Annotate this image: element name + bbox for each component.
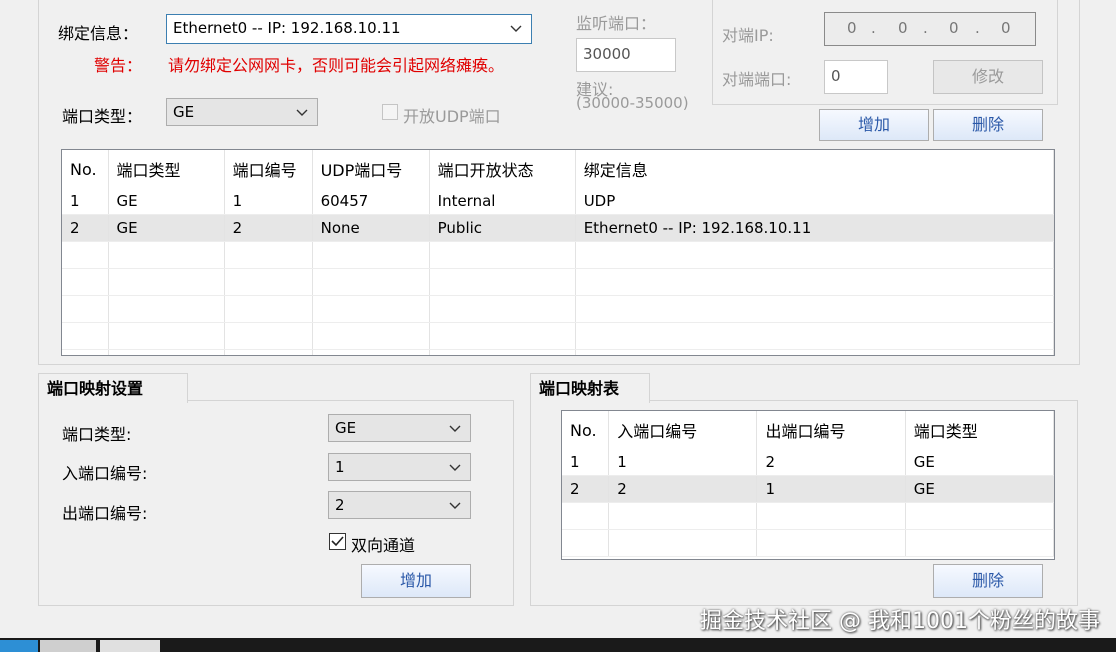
table-cell: GE	[905, 449, 1054, 476]
bidirectional-checkbox[interactable]	[329, 533, 346, 550]
empty-row	[562, 502, 1054, 530]
taskbar	[0, 638, 1116, 652]
map-type-value: GE	[335, 419, 357, 437]
empty-row	[62, 322, 1054, 350]
table-cell: GE	[108, 188, 225, 215]
bidirectional-label: 双向通道	[351, 536, 416, 555]
ip-octet-2: 0	[898, 19, 908, 37]
table-cell: 1	[608, 449, 758, 476]
column-header[interactable]: 端口类型	[108, 150, 225, 188]
table-cell: Internal	[429, 188, 576, 215]
taskbar-start-icon[interactable]	[0, 640, 38, 652]
warning-text: 请勿绑定公网网卡，否则可能会引起网络瘫痪。	[168, 56, 505, 75]
map-type-select[interactable]: GE	[328, 414, 471, 442]
table-cell: 2	[62, 214, 109, 242]
table-row[interactable]: 1 1 2 GE	[562, 449, 1054, 476]
out-port-select[interactable]: 2	[328, 491, 471, 519]
binding-select[interactable]: Ethernet0 -- IP: 192.168.10.11	[166, 14, 532, 44]
binding-select-value: Ethernet0 -- IP: 192.168.10.11	[173, 19, 401, 37]
table-cell: 2	[608, 475, 758, 503]
delete-port-button[interactable]: 删除	[933, 109, 1043, 141]
table-cell: 2	[224, 214, 313, 242]
column-header[interactable]: 入端口编号	[608, 411, 758, 449]
table-cell: Public	[429, 214, 576, 242]
udp-checkbox[interactable]	[382, 104, 398, 120]
ports-table[interactable]: No. 端口类型 端口编号 UDP端口号 端口开放状态 绑定信息 1 GE 1 …	[61, 149, 1055, 356]
peer-port-input[interactable]: 0	[824, 60, 888, 94]
table-cell: 1	[224, 188, 313, 215]
mapping-table-title: 端口映射表	[530, 373, 650, 403]
delete-mapping-button[interactable]: 删除	[933, 564, 1043, 598]
watermark: 掘金技术社区 @ 我和1001个粉丝的故事	[700, 609, 1100, 634]
binding-label: 绑定信息：	[58, 24, 139, 43]
column-header[interactable]: 端口编号	[224, 150, 313, 188]
table-cell: None	[312, 214, 430, 242]
warning-label: 警告：	[94, 56, 143, 75]
table-cell: 1	[562, 449, 610, 476]
port-type-select[interactable]: GE	[166, 98, 318, 126]
out-port-label: 出端口编号:	[62, 504, 148, 523]
port-type-select-value: GE	[173, 103, 195, 121]
column-header[interactable]: 出端口编号	[756, 411, 906, 449]
empty-row	[562, 529, 1054, 557]
empty-row	[62, 295, 1054, 323]
ip-dot: .	[975, 19, 980, 37]
listen-port-range: (30000-35000)	[576, 94, 689, 112]
ip-octet-3: 0	[949, 19, 959, 37]
check-icon	[331, 536, 344, 547]
table-header-row: No. 端口类型 端口编号 UDP端口号 端口开放状态 绑定信息	[62, 150, 1054, 188]
empty-row	[62, 349, 1054, 355]
table-cell: GE	[905, 475, 1054, 503]
chevron-down-icon	[449, 425, 461, 432]
chevron-down-icon	[510, 25, 522, 32]
table-cell: 1	[62, 188, 109, 215]
peer-port-label: 对端端口:	[722, 70, 792, 89]
udp-checkbox-label: 开放UDP端口	[403, 107, 501, 126]
port-type-label: 端口类型：	[62, 107, 143, 126]
listen-port-input[interactable]: 30000	[576, 38, 676, 72]
in-port-label: 入端口编号:	[62, 464, 148, 483]
column-header[interactable]: 端口类型	[905, 411, 1054, 449]
mapping-settings-title: 端口映射设置	[38, 373, 188, 403]
map-type-label: 端口类型:	[62, 425, 132, 444]
table-row[interactable]: 2 GE 2 None Public Ethernet0 -- IP: 192.…	[62, 214, 1054, 242]
ip-octet-4: 0	[1001, 19, 1011, 37]
taskbar-item[interactable]	[40, 640, 96, 652]
column-header[interactable]: 端口开放状态	[429, 150, 576, 188]
add-port-button[interactable]: 增加	[819, 109, 929, 141]
chevron-down-icon	[296, 109, 308, 116]
ip-octet-1: 0	[847, 19, 857, 37]
table-cell: 2	[562, 475, 610, 503]
table-cell: 2	[756, 449, 906, 476]
chevron-down-icon	[449, 502, 461, 509]
table-cell: UDP	[575, 188, 1054, 215]
column-header[interactable]: 绑定信息	[575, 150, 1054, 188]
listen-port-label: 监听端口：	[576, 14, 657, 33]
column-header[interactable]: No.	[562, 411, 610, 449]
peer-ip-label: 对端IP:	[722, 26, 774, 45]
column-header[interactable]: No.	[62, 150, 109, 188]
mapping-table[interactable]: No. 入端口编号 出端口编号 端口类型 1 1 2 GE 2 2 1 GE	[561, 410, 1055, 560]
table-cell: 1	[756, 475, 906, 503]
column-header[interactable]: UDP端口号	[312, 150, 430, 188]
table-cell: Ethernet0 -- IP: 192.168.10.11	[575, 214, 1054, 242]
in-port-select[interactable]: 1	[328, 453, 471, 481]
ip-dot: .	[871, 19, 876, 37]
table-header-row: No. 入端口编号 出端口编号 端口类型	[562, 411, 1054, 449]
empty-row	[62, 268, 1054, 296]
table-cell: 60457	[312, 188, 430, 215]
modify-button[interactable]: 修改	[933, 60, 1043, 94]
taskbar-item[interactable]	[100, 640, 160, 652]
ip-dot: .	[923, 19, 928, 37]
empty-row	[62, 241, 1054, 269]
add-mapping-button[interactable]: 增加	[361, 564, 471, 598]
table-row[interactable]: 1 GE 1 60457 Internal UDP	[62, 188, 1054, 215]
table-cell: GE	[108, 214, 225, 242]
in-port-value: 1	[335, 458, 345, 476]
chevron-down-icon	[449, 464, 461, 471]
table-row[interactable]: 2 2 1 GE	[562, 475, 1054, 503]
out-port-value: 2	[335, 496, 345, 514]
peer-ip-input[interactable]: 0 . 0 . 0 . 0	[824, 12, 1036, 46]
